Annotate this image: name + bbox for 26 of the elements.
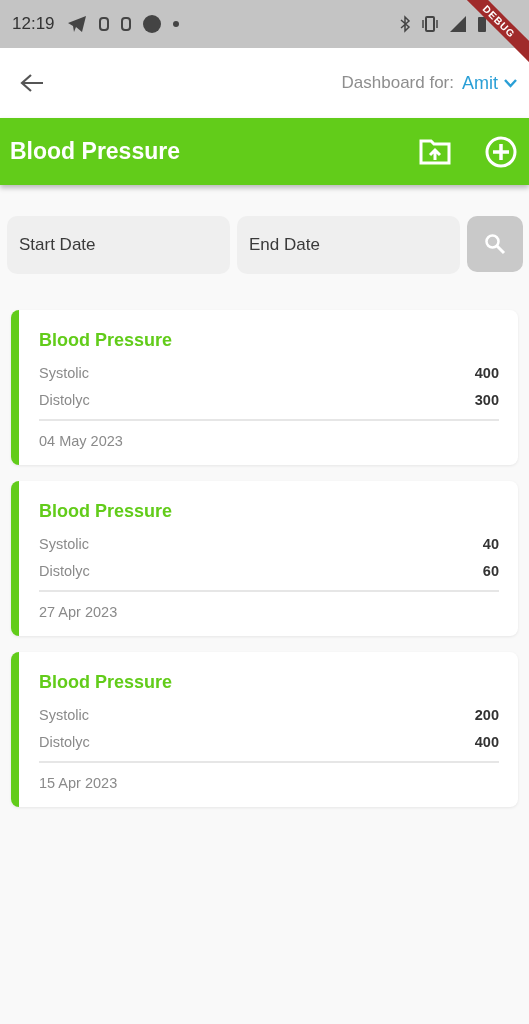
reading-label: Systolic: [39, 535, 89, 554]
dashboard-label: Dashboard for:: [341, 73, 454, 93]
end-date-field[interactable]: End Date: [237, 216, 460, 274]
reading-value: 400: [474, 733, 499, 752]
record-card[interactable]: Blood Pressure Systolic 200 Distolyc 400 15 Apr 2023: [11, 652, 518, 807]
record-card[interactable]: Blood Pressure Systolic 40 Distolyc 60 27 Apr 2023: [11, 481, 518, 636]
record-card[interactable]: Blood Pressure Systolic 400 Distolyc 300 04 May 2023: [11, 310, 518, 465]
reading-label: Systolic: [39, 706, 89, 725]
reading-label: Distolyc: [39, 733, 90, 752]
reading-value: 300: [474, 391, 499, 410]
reading-label: Systolic: [39, 364, 89, 383]
page-title: Blood Pressure: [10, 138, 180, 165]
reading-label: Distolyc: [39, 562, 90, 581]
reading-label: Distolyc: [39, 391, 90, 410]
record-date: 15 Apr 2023: [39, 761, 499, 791]
clock-time: 12:19: [12, 14, 55, 34]
reading-value: 60: [482, 562, 499, 581]
record-date: 04 May 2023: [39, 419, 499, 449]
reading-value: 200: [474, 706, 499, 725]
record-title: Blood Pressure: [39, 501, 174, 522]
record-title: Blood Pressure: [39, 330, 174, 351]
start-date-field[interactable]: Start Date: [7, 216, 230, 274]
reading-value: 400: [474, 364, 499, 383]
record-title: Blood Pressure: [39, 672, 174, 693]
reading-value: 40: [482, 535, 499, 554]
record-date: 27 Apr 2023: [39, 590, 499, 620]
